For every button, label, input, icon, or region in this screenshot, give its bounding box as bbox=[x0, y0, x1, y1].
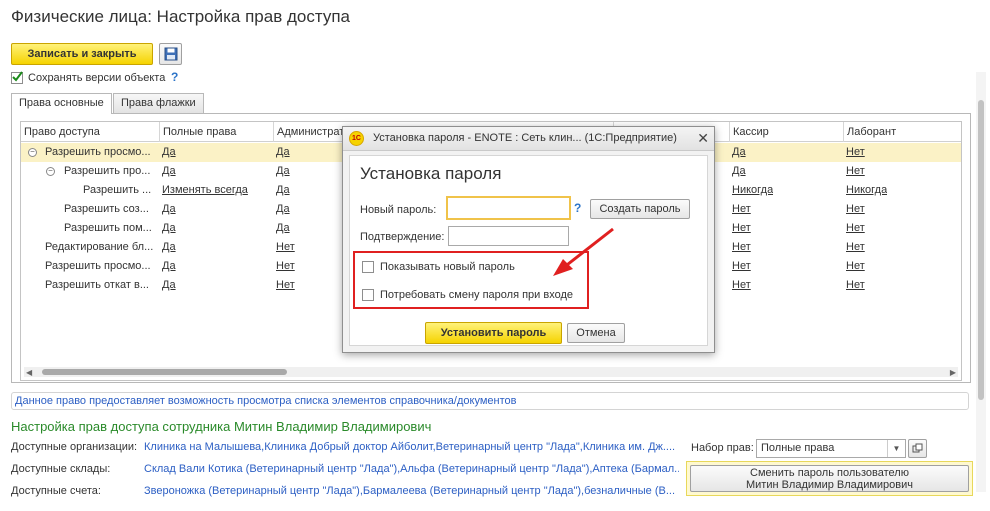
onec-logo-icon: 1С bbox=[349, 131, 364, 146]
header-cashier[interactable]: Кассир bbox=[729, 122, 843, 142]
rights-set-label: Набор прав: bbox=[691, 442, 754, 454]
tab-rights-main[interactable]: Права основные bbox=[11, 93, 112, 114]
scroll-left-icon[interactable]: ◀ bbox=[26, 368, 32, 377]
change-password-line2: Митин Владимир Владимирович bbox=[745, 478, 914, 491]
row-right-name: Разрешить просмо... bbox=[45, 146, 151, 158]
new-password-label: Новый пароль: bbox=[360, 204, 437, 216]
scrollbar-thumb[interactable] bbox=[42, 369, 287, 375]
row-lab-value[interactable]: Нет bbox=[846, 219, 865, 238]
scrollbar-thumb[interactable] bbox=[978, 100, 984, 400]
row-cashier-value[interactable]: Нет bbox=[732, 276, 751, 295]
row-right-name: Разрешить про... bbox=[64, 165, 151, 177]
floppy-disk-icon bbox=[164, 47, 177, 61]
row-lab-value[interactable]: Нет bbox=[846, 200, 865, 219]
collapse-icon[interactable]: − bbox=[28, 148, 37, 157]
save-versions-help-icon[interactable]: ? bbox=[171, 70, 178, 84]
open-icon bbox=[912, 443, 923, 453]
row-cashier-value[interactable]: Никогда bbox=[732, 181, 773, 200]
change-password-button-frame: Сменить пароль пользователю Митин Владим… bbox=[686, 461, 973, 496]
row-full-rights-value[interactable]: Да bbox=[162, 238, 176, 257]
new-password-help-icon[interactable]: ? bbox=[574, 201, 581, 215]
set-password-dialog: 1С Установка пароля - ENOTE : Сеть клин.… bbox=[342, 126, 715, 353]
row-full-rights-value[interactable]: Изменять всегда bbox=[162, 181, 248, 200]
row-right-name: Редактирование бл... bbox=[45, 241, 154, 253]
row-full-rights-value[interactable]: Да bbox=[162, 257, 176, 276]
close-icon[interactable]: ✕ bbox=[697, 130, 709, 147]
page-title: Физические лица: Настройка прав доступа bbox=[11, 7, 350, 26]
stores-label: Доступные склады: bbox=[11, 463, 111, 475]
row-admin-value[interactable]: Да bbox=[276, 162, 290, 181]
row-lab-value[interactable]: Нет bbox=[846, 143, 865, 162]
row-lab-value[interactable]: Нет bbox=[846, 257, 865, 276]
change-password-line1: Сменить пароль пользователю bbox=[750, 466, 909, 479]
annotation-arrow-icon bbox=[553, 227, 614, 276]
row-full-rights-value[interactable]: Да bbox=[162, 219, 176, 238]
tab-rights-flags[interactable]: Права флажки bbox=[113, 93, 204, 113]
set-password-button[interactable]: Установить пароль bbox=[425, 322, 562, 344]
row-admin-value[interactable]: Да bbox=[276, 143, 290, 162]
rights-set-select[interactable]: Полные права ▼ bbox=[756, 439, 906, 458]
header-lab[interactable]: Лаборант bbox=[843, 122, 961, 142]
row-cashier-value[interactable]: Нет bbox=[732, 219, 751, 238]
horizontal-scrollbar[interactable]: ◀ ▶ bbox=[24, 367, 958, 377]
save-versions-label: Сохранять версии объекта bbox=[28, 72, 166, 84]
orgs-value[interactable]: Клиника на Малышева,Клиника Добрый докто… bbox=[144, 441, 679, 453]
dialog-heading: Установка пароля bbox=[360, 164, 502, 183]
row-cashier-value[interactable]: Да bbox=[732, 162, 746, 181]
row-lab-value[interactable]: Никогда bbox=[846, 181, 887, 200]
save-and-close-button[interactable]: Записать и закрыть bbox=[11, 43, 153, 65]
row-admin-value[interactable]: Да bbox=[276, 200, 290, 219]
row-right-name: Разрешить просмо... bbox=[45, 260, 151, 272]
orgs-label: Доступные организации: bbox=[11, 441, 138, 453]
open-rights-set-button[interactable] bbox=[908, 439, 927, 458]
header-full-rights[interactable]: Полные права bbox=[159, 122, 273, 142]
create-password-button[interactable]: Создать пароль bbox=[590, 199, 690, 219]
row-full-rights-value[interactable]: Да bbox=[162, 162, 176, 181]
row-full-rights-value[interactable]: Да bbox=[162, 143, 176, 162]
row-cashier-value[interactable]: Нет bbox=[732, 238, 751, 257]
change-password-button[interactable]: Сменить пароль пользователю Митин Владим… bbox=[690, 465, 969, 492]
chevron-down-icon[interactable]: ▼ bbox=[887, 440, 905, 457]
header-admin[interactable]: Администрат... bbox=[273, 122, 353, 142]
accounts-value[interactable]: Звероножка (Ветеринарный центр "Лада"),Б… bbox=[144, 485, 679, 497]
row-right-name: Разрешить соз... bbox=[64, 203, 149, 215]
row-full-rights-value[interactable]: Да bbox=[162, 276, 176, 295]
save-button[interactable] bbox=[159, 43, 182, 65]
employee-settings-heading: Настройка прав доступа сотрудника Митин … bbox=[11, 419, 432, 434]
row-cashier-value[interactable]: Нет bbox=[732, 200, 751, 219]
onec-logo-text: 1С bbox=[352, 135, 361, 142]
row-right-name: Разрешить ... bbox=[83, 184, 152, 196]
row-lab-value[interactable]: Нет bbox=[846, 238, 865, 257]
row-right-name: Разрешить откат в... bbox=[45, 279, 149, 291]
save-versions-checkbox[interactable] bbox=[11, 71, 23, 84]
info-text: Данное право предоставляет возможность п… bbox=[15, 395, 517, 407]
dialog-window-title: Установка пароля - ENOTE : Сеть клин... … bbox=[373, 132, 677, 144]
stores-value[interactable]: Склад Вали Котика (Ветеринарный центр "Л… bbox=[144, 463, 679, 475]
row-lab-value[interactable]: Нет bbox=[846, 276, 865, 295]
header-right[interactable]: Право доступа bbox=[21, 122, 159, 142]
row-right-name: Разрешить пом... bbox=[64, 222, 152, 234]
row-cashier-value[interactable]: Да bbox=[732, 143, 746, 162]
row-lab-value[interactable]: Нет bbox=[846, 162, 865, 181]
row-cashier-value[interactable]: Нет bbox=[732, 257, 751, 276]
collapse-icon[interactable]: − bbox=[46, 167, 55, 176]
row-full-rights-value[interactable]: Да bbox=[162, 200, 176, 219]
row-admin-value[interactable]: Да bbox=[276, 181, 290, 200]
confirm-password-label: Подтверждение: bbox=[360, 231, 445, 243]
dialog-titlebar[interactable]: 1С Установка пароля - ENOTE : Сеть клин.… bbox=[343, 127, 714, 151]
form-vertical-scrollbar[interactable] bbox=[976, 72, 986, 492]
new-password-input[interactable] bbox=[446, 196, 571, 220]
row-admin-value[interactable]: Нет bbox=[276, 238, 295, 257]
checkmark-icon bbox=[12, 71, 23, 82]
scroll-right-icon[interactable]: ▶ bbox=[950, 368, 956, 377]
accounts-label: Доступные счета: bbox=[11, 485, 101, 497]
info-bar: Данное право предоставляет возможность п… bbox=[11, 392, 969, 410]
cancel-button[interactable]: Отмена bbox=[567, 323, 625, 343]
rights-set-value: Полные права bbox=[761, 442, 835, 454]
row-admin-value[interactable]: Нет bbox=[276, 257, 295, 276]
row-admin-value[interactable]: Нет bbox=[276, 276, 295, 295]
row-admin-value[interactable]: Да bbox=[276, 219, 290, 238]
